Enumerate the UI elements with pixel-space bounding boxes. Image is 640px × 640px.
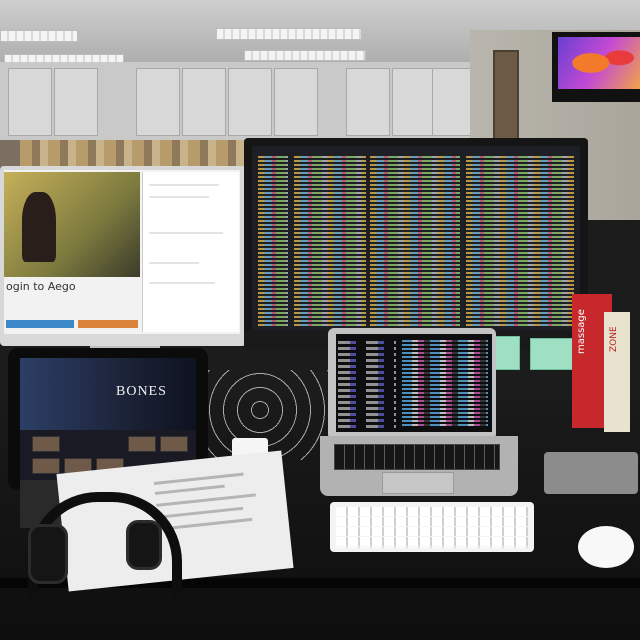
book-spine-text: massage (576, 309, 587, 354)
laptop-keyboard (334, 444, 500, 470)
ceiling-light (0, 30, 78, 42)
book: ZONE (604, 312, 630, 432)
left-monitor-screen: ogin to Aego (4, 170, 240, 334)
episode-thumbnail[interactable] (160, 436, 188, 452)
keyboard-keys (336, 506, 528, 548)
headphone-ear-cup (28, 524, 68, 584)
code-pane (466, 154, 574, 326)
green-cube (494, 336, 520, 370)
episode-thumbnail[interactable] (32, 436, 60, 452)
external-trackpad (544, 452, 638, 494)
ceiling-light (244, 50, 366, 61)
show-banner[interactable] (20, 358, 196, 430)
episode-thumbnail[interactable] (32, 458, 60, 474)
code-editor-screen (252, 146, 580, 330)
terminal-pane (402, 338, 488, 428)
laptop-trackpad (382, 472, 454, 494)
wall-tv-screen (558, 37, 640, 89)
wall-cabinets (0, 62, 480, 146)
green-cube (530, 338, 574, 370)
episode-thumbnail[interactable] (128, 436, 156, 452)
code-pane (294, 154, 366, 326)
code-pane (370, 154, 460, 326)
video-title: ogin to Aego (6, 280, 76, 293)
blue-button[interactable] (6, 320, 74, 328)
notice-board (20, 140, 250, 168)
orange-button[interactable] (78, 320, 138, 328)
ceiling-light (216, 28, 362, 40)
presenter-figure (22, 192, 56, 262)
browser-sidebar (142, 172, 239, 332)
video-player (4, 172, 140, 277)
book-spine-text: ZONE (609, 326, 619, 352)
mouse-icon (578, 526, 634, 568)
show-title: BONES (116, 384, 167, 399)
terminal-pane (338, 338, 396, 428)
laptop-screen (336, 334, 492, 432)
headphone-ear-cup (126, 520, 162, 570)
file-tree (258, 154, 288, 326)
